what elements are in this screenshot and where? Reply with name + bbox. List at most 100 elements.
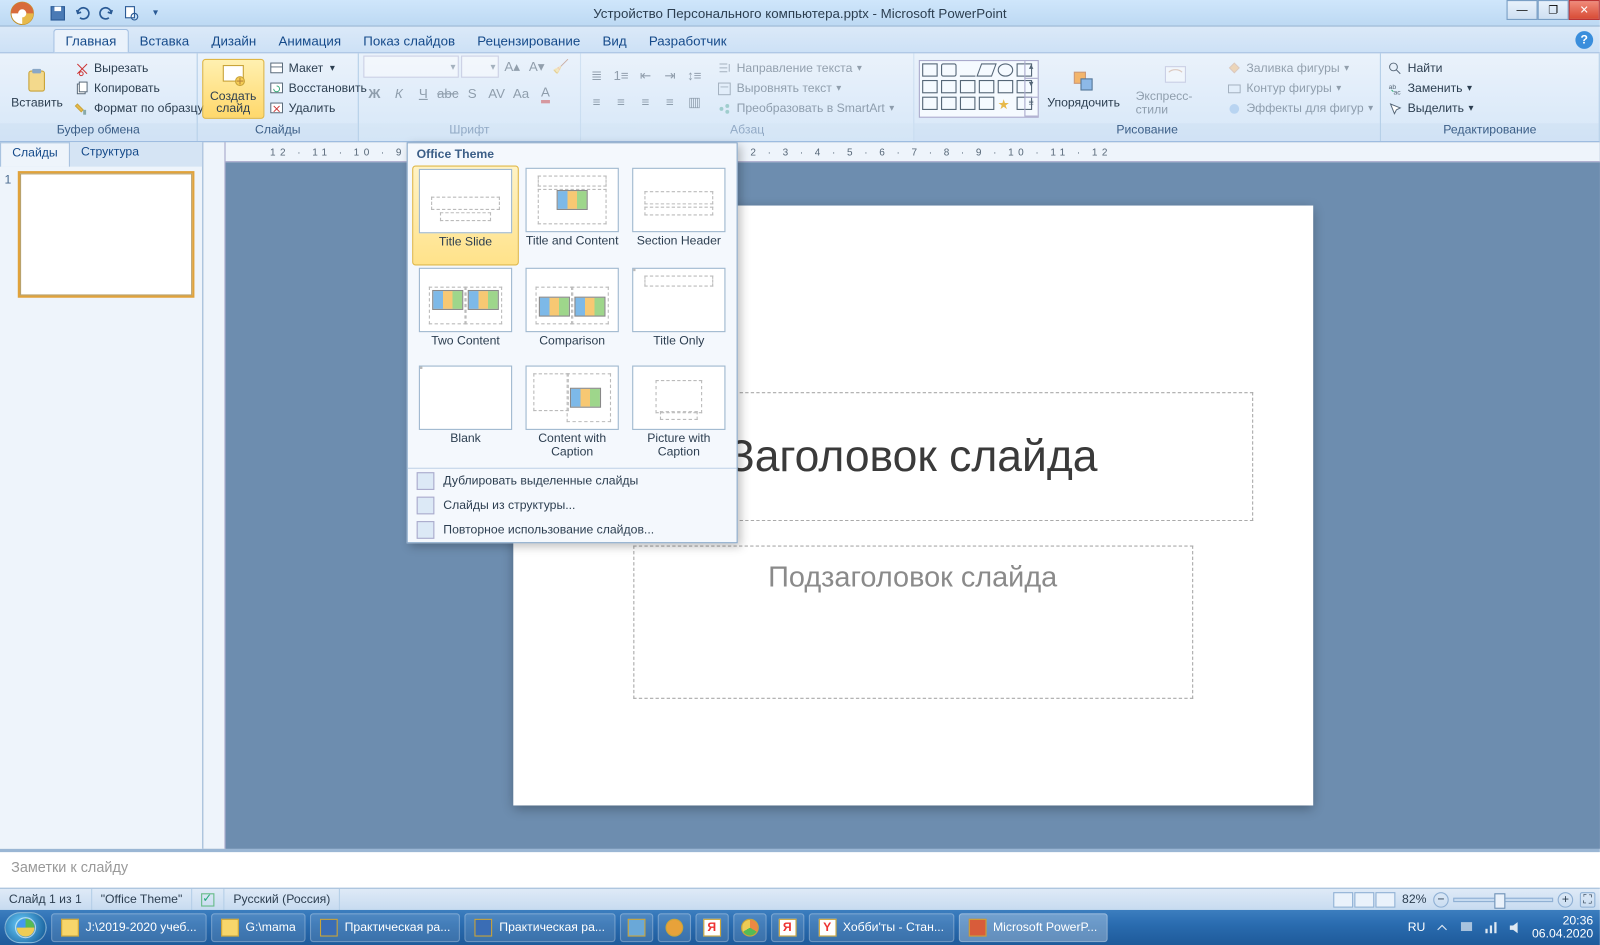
taskbar-item-folder1[interactable]: J:\2019-2020 учеб... xyxy=(51,913,207,942)
tray-language[interactable]: RU xyxy=(1408,921,1426,934)
normal-view-icon[interactable] xyxy=(1333,892,1353,908)
text-direction-button[interactable]: Направление текста▾ xyxy=(714,59,896,77)
shape-outline-button[interactable]: Контур фигуры▾ xyxy=(1224,79,1375,97)
shadow-icon[interactable]: S xyxy=(461,82,483,104)
tab-slides-thumbnails[interactable]: Слайды xyxy=(0,142,70,166)
tray-network-icon[interactable] xyxy=(1483,920,1499,936)
replace-button[interactable]: abacЗаменить▾ xyxy=(1385,79,1475,97)
underline-icon[interactable]: Ч xyxy=(412,82,434,104)
minimize-button[interactable]: — xyxy=(1507,0,1538,20)
notes-pane[interactable]: Заметки к слайду xyxy=(0,849,1600,888)
undo-icon[interactable] xyxy=(73,4,91,22)
taskbar-item-yandex1[interactable]: Я xyxy=(695,913,728,942)
thumbnail-item[interactable]: 1 xyxy=(4,173,197,295)
taskbar-item-chrome[interactable] xyxy=(733,913,766,942)
outdent-icon[interactable]: ⇤ xyxy=(634,64,656,86)
select-button[interactable]: Выделить▾ xyxy=(1385,99,1475,117)
font-color-icon[interactable]: A xyxy=(534,82,556,104)
taskbar-item-browser[interactable]: YХобби'ты - Стан... xyxy=(808,913,954,942)
menu-slides-from-outline[interactable]: Слайды из структуры... xyxy=(408,493,737,517)
arrange-button[interactable]: Упорядочить xyxy=(1041,65,1127,112)
taskbar-item-powerpoint[interactable]: Microsoft PowerP... xyxy=(958,913,1107,942)
columns-icon[interactable]: ▥ xyxy=(683,91,705,113)
tray-clock[interactable]: 20:36 06.04.2020 xyxy=(1532,914,1593,941)
tab-home[interactable]: Главная xyxy=(53,29,128,52)
print-preview-icon[interactable] xyxy=(122,4,140,22)
layout-button[interactable]: Макет▾ xyxy=(266,59,369,77)
spacing-icon[interactable]: AV xyxy=(486,82,508,104)
tab-insert[interactable]: Вставка xyxy=(129,30,201,52)
justify-icon[interactable]: ≡ xyxy=(659,91,681,113)
tab-slideshow[interactable]: Показ слайдов xyxy=(352,30,466,52)
help-icon[interactable]: ? xyxy=(1575,31,1593,49)
case-icon[interactable]: Aa xyxy=(510,82,532,104)
format-painter-button[interactable]: Формат по образцу xyxy=(72,99,206,117)
sorter-view-icon[interactable] xyxy=(1354,892,1374,908)
shrink-font-icon[interactable]: A▾ xyxy=(526,56,548,78)
status-spellcheck[interactable] xyxy=(192,889,224,910)
zoom-percent[interactable]: 82% xyxy=(1402,893,1426,906)
quick-styles-button[interactable]: Экспресс-стили xyxy=(1129,58,1222,118)
redo-icon[interactable] xyxy=(98,4,116,22)
layout-comparison[interactable]: Comparison xyxy=(519,266,626,364)
font-family-select[interactable] xyxy=(363,56,459,78)
taskbar-item-word1[interactable]: Практическая ра... xyxy=(310,913,460,942)
close-button[interactable]: ✕ xyxy=(1569,0,1600,20)
align-right-icon[interactable]: ≡ xyxy=(634,91,656,113)
layout-title-slide[interactable]: Title Slide xyxy=(412,166,519,266)
delete-button[interactable]: Удалить xyxy=(266,99,369,117)
layout-blank[interactable]: Blank xyxy=(412,363,519,461)
tab-design[interactable]: Дизайн xyxy=(200,30,267,52)
find-button[interactable]: Найти xyxy=(1385,59,1475,77)
tray-flag-icon[interactable] xyxy=(1459,920,1475,936)
layout-two-content[interactable]: Two Content xyxy=(412,266,519,364)
smartart-button[interactable]: Преобразовать в SmartArt▾ xyxy=(714,99,896,117)
tab-outline[interactable]: Структура xyxy=(70,142,150,166)
tray-chevron-icon[interactable] xyxy=(1434,920,1450,936)
save-icon[interactable] xyxy=(49,4,67,22)
bold-icon[interactable]: Ж xyxy=(363,82,385,104)
zoom-out-button[interactable]: − xyxy=(1433,892,1449,908)
shape-fill-button[interactable]: Заливка фигуры▾ xyxy=(1224,59,1375,77)
tab-view[interactable]: Вид xyxy=(591,30,637,52)
layout-title-content[interactable]: Title and Content xyxy=(519,166,626,266)
zoom-slider[interactable] xyxy=(1453,897,1553,901)
slideshow-view-icon[interactable] xyxy=(1375,892,1395,908)
grow-font-icon[interactable]: A▴ xyxy=(501,56,523,78)
taskbar-item-volume[interactable] xyxy=(620,913,653,942)
cut-button[interactable]: Вырезать xyxy=(72,59,206,77)
shape-effects-button[interactable]: Эффекты для фигур▾ xyxy=(1224,99,1375,117)
taskbar-item-mail[interactable] xyxy=(657,913,690,942)
subtitle-placeholder[interactable]: Подзаголовок слайда xyxy=(633,546,1193,699)
align-center-icon[interactable]: ≡ xyxy=(610,91,632,113)
tray-volume-icon[interactable] xyxy=(1508,920,1524,936)
indent-icon[interactable]: ⇥ xyxy=(659,64,681,86)
tab-review[interactable]: Рецензирование xyxy=(466,30,591,52)
reset-button[interactable]: Восстановить xyxy=(266,79,369,97)
strike-icon[interactable]: abc xyxy=(437,82,459,104)
taskbar-item-yandex2[interactable]: Я xyxy=(771,913,804,942)
menu-reuse-slides[interactable]: Повторное использование слайдов... xyxy=(408,518,737,542)
italic-icon[interactable]: К xyxy=(388,82,410,104)
bullets-icon[interactable]: ≣ xyxy=(585,64,607,86)
clear-format-icon[interactable]: 🧹 xyxy=(550,56,572,78)
start-button[interactable] xyxy=(4,912,46,943)
tab-animation[interactable]: Анимация xyxy=(267,30,352,52)
linespacing-icon[interactable]: ↕≡ xyxy=(683,64,705,86)
shapes-gallery[interactable]: ★ ▴▾≡ xyxy=(919,59,1039,117)
zoom-in-button[interactable]: + xyxy=(1558,892,1574,908)
align-left-icon[interactable]: ≡ xyxy=(585,91,607,113)
numbering-icon[interactable]: 1≡ xyxy=(610,64,632,86)
fit-window-button[interactable]: ⛶ xyxy=(1580,892,1596,908)
layout-content-caption[interactable]: Content with Caption xyxy=(519,363,626,461)
layout-title-only[interactable]: Title Only xyxy=(625,266,732,364)
taskbar-item-word2[interactable]: Практическая ра... xyxy=(465,913,615,942)
layout-section-header[interactable]: Section Header xyxy=(625,166,732,266)
menu-duplicate-slides[interactable]: Дублировать выделенные слайды xyxy=(408,469,737,493)
align-text-button[interactable]: Выровнять текст▾ xyxy=(714,79,896,97)
tab-developer[interactable]: Разработчик xyxy=(638,30,738,52)
office-button[interactable] xyxy=(0,0,44,26)
paste-button[interactable]: Вставить xyxy=(4,65,69,112)
font-size-select[interactable] xyxy=(461,56,499,78)
new-slide-button[interactable]: Создать слайд xyxy=(202,58,264,118)
